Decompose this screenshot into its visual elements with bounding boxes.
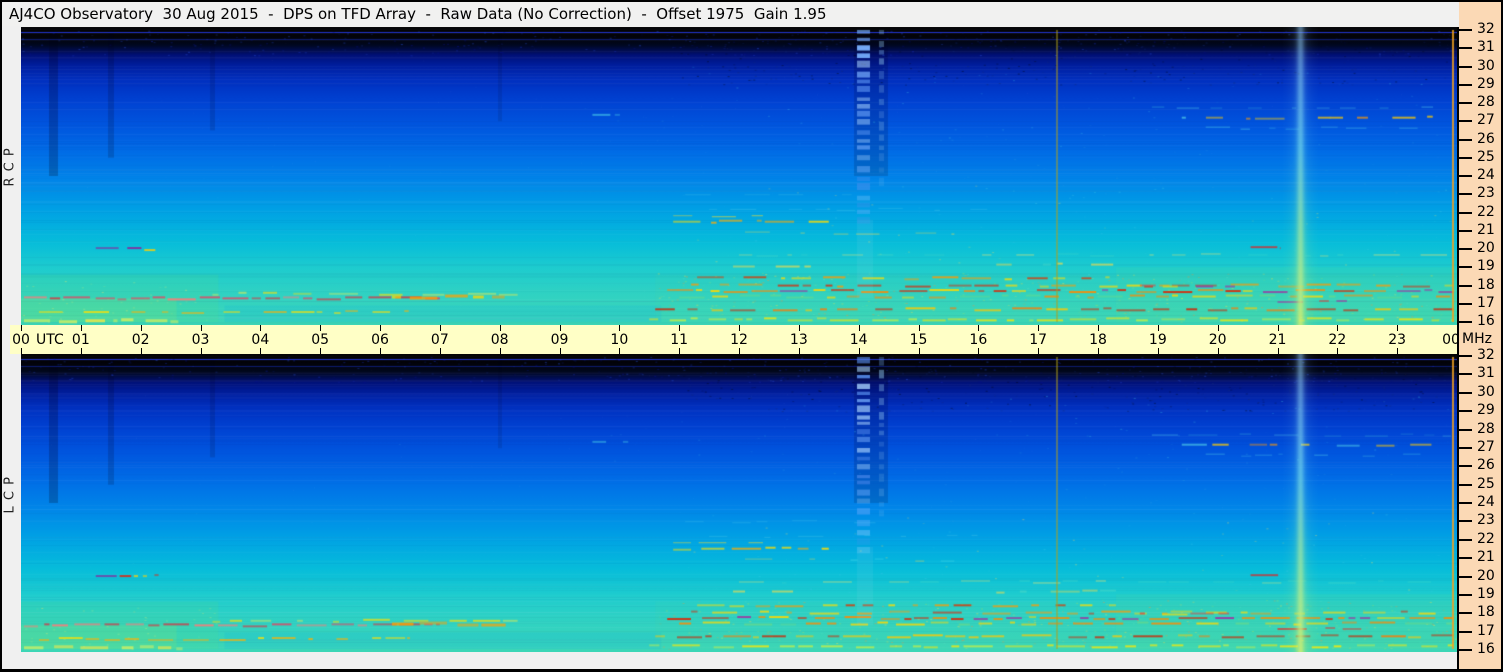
- time-tick: [679, 348, 681, 354]
- time-tick: [918, 325, 920, 331]
- time-tick: [559, 348, 561, 354]
- time-tick: [1337, 348, 1339, 354]
- hour-label: 17: [1029, 332, 1048, 348]
- hour-label: 10: [610, 332, 629, 348]
- hour-label: 03: [191, 332, 210, 348]
- hour-label: 06: [371, 332, 389, 348]
- time-tick: [1217, 325, 1219, 331]
- time-tick: [858, 325, 860, 331]
- time-tick: [380, 348, 381, 354]
- time-tick: [978, 325, 980, 331]
- time-tick: [499, 348, 501, 354]
- time-tick: [21, 325, 22, 331]
- time-tick: [499, 325, 501, 331]
- time-tick: [739, 348, 740, 354]
- hour-label: 21: [1268, 332, 1287, 348]
- time-tick: [1277, 348, 1279, 354]
- time-tick: [140, 325, 142, 331]
- time-tick: [320, 325, 322, 331]
- time-axis: 00 01 02 03 04 05 06 07 08 09 10 11 12 13 14 15 16 17 18 19…: [10, 325, 1460, 354]
- hour-label: 04: [251, 332, 270, 348]
- time-tick: [1277, 325, 1279, 331]
- time-tick: [1217, 348, 1219, 354]
- hour-label: 14: [849, 332, 868, 348]
- time-tick: [260, 348, 262, 354]
- time-tick: [1457, 325, 1458, 331]
- hour-label: 19: [1148, 332, 1167, 348]
- time-tick: [918, 348, 920, 354]
- time-tick: [1397, 325, 1399, 331]
- hour-label: 01: [71, 332, 90, 348]
- time-tick: [679, 325, 681, 331]
- time-tick: [1397, 348, 1399, 354]
- time-tick: [200, 325, 202, 331]
- time-tick: [21, 348, 22, 354]
- time-tick: [619, 325, 621, 331]
- bottom-margin: [21, 652, 1457, 669]
- hour-label: 09: [550, 332, 569, 348]
- time-tick: [978, 348, 980, 354]
- time-tick: [1038, 348, 1040, 354]
- hour-label: 00: [12, 332, 30, 348]
- time-tick: [439, 325, 441, 331]
- time-tick: [200, 348, 202, 354]
- spectrogram-lcp: [21, 354, 1457, 652]
- time-tick: [80, 325, 82, 331]
- time-tick: [1038, 325, 1040, 331]
- time-tick: [1337, 325, 1339, 331]
- time-tick: [798, 325, 800, 331]
- hour-label: 11: [670, 332, 689, 348]
- hour-label: 12: [730, 332, 748, 348]
- time-tick: [140, 348, 142, 354]
- hour-label: 20: [1208, 332, 1227, 348]
- time-tick: [1098, 325, 1099, 331]
- time-tick: [439, 348, 441, 354]
- time-tick: [858, 348, 860, 354]
- polarization-label-rcp: R C P: [2, 147, 18, 187]
- page-title: AJ4CO Observatory 30 Aug 2015 - DPS on T…: [9, 5, 827, 23]
- hour-label: 02: [131, 332, 150, 348]
- hour-label: 15: [909, 332, 928, 348]
- mhz-unit-label: MHz: [1462, 331, 1492, 347]
- polarization-label-lcp: L C P: [2, 476, 18, 514]
- hour-label: 13: [789, 332, 808, 348]
- hour-label: 22: [1328, 332, 1347, 348]
- hour-label: 23: [1388, 332, 1407, 348]
- spectrogram-rcp: [21, 27, 1457, 325]
- time-tick: [798, 348, 800, 354]
- time-tick: [739, 325, 740, 331]
- hour-label: 05: [311, 332, 330, 348]
- time-tick: [559, 325, 561, 331]
- time-tick: [80, 348, 82, 354]
- title-bar: AJ4CO Observatory 30 Aug 2015 - DPS on T…: [2, 2, 1459, 27]
- hour-label: 18: [1089, 332, 1107, 348]
- time-tick: [1157, 325, 1159, 331]
- time-tick: [1157, 348, 1159, 354]
- time-tick: [619, 348, 621, 354]
- time-tick: [380, 325, 381, 331]
- hour-label: 08: [490, 332, 509, 348]
- time-tick: [1457, 348, 1458, 354]
- hour-label: 16: [969, 332, 988, 348]
- time-tick: [260, 325, 262, 331]
- spectrograph-window: AJ4CO Observatory 30 Aug 2015 - DPS on T…: [0, 0, 1503, 672]
- hour-label: 07: [430, 332, 449, 348]
- utc-unit-label: UTC: [36, 332, 64, 348]
- time-tick: [320, 348, 322, 354]
- time-tick: [1098, 348, 1099, 354]
